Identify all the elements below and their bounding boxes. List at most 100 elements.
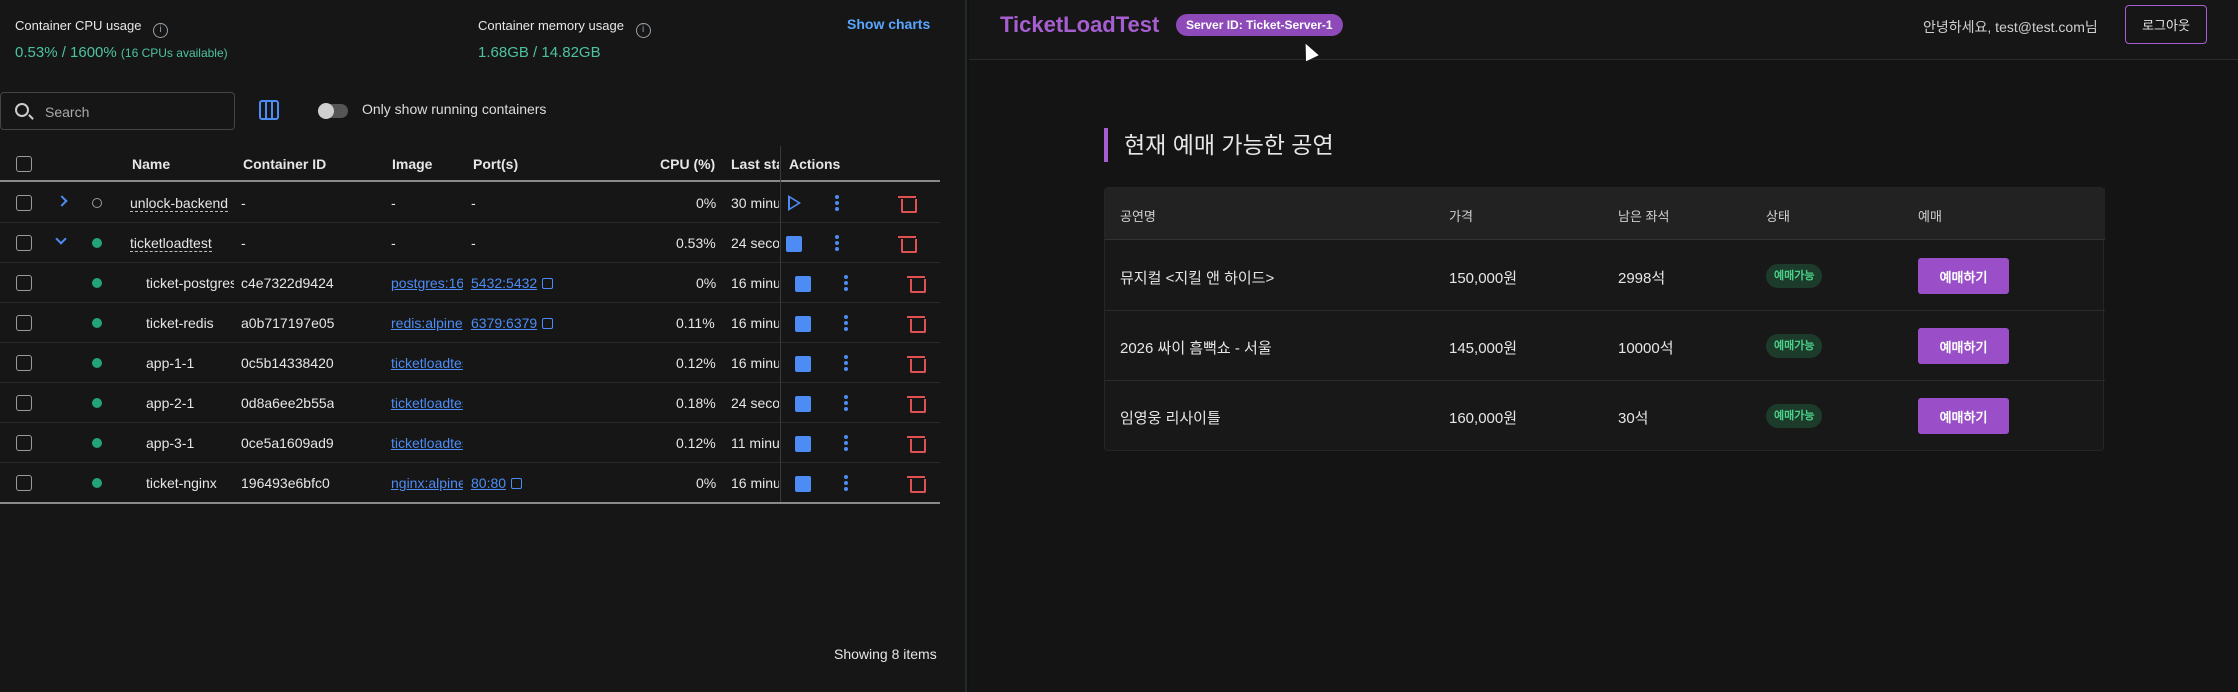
col-image[interactable]: Image [392,156,432,172]
logout-button[interactable]: 로그아웃 [2125,5,2207,44]
delete-icon[interactable] [907,275,926,293]
table-row[interactable]: unlock-backend - - - 0% 30 minutes ago [0,183,940,223]
select-all-checkbox[interactable] [16,156,32,172]
container-last-started: 16 minutes ago [731,315,779,331]
search-box[interactable] [0,92,235,130]
container-name[interactable]: ticketloadtest [130,235,212,252]
container-port: - [471,195,476,211]
container-port[interactable]: 5432:5432 [471,275,554,291]
col-container-id[interactable]: Container ID [243,156,326,172]
cpu-usage-label-text: Container CPU usage [15,18,142,33]
stop-icon[interactable] [795,396,811,412]
container-image-link[interactable]: postgres:16 [391,275,463,291]
port-link[interactable]: 6379:6379 [471,315,537,331]
col-cpu[interactable]: CPU (%) [660,156,715,172]
port-link[interactable]: 80:80 [471,475,506,491]
external-link-icon[interactable] [542,318,554,329]
container-image: - [391,235,396,251]
port-link[interactable]: 5432:5432 [471,275,537,291]
more-actions-icon[interactable] [844,315,848,331]
memory-usage-label: Container memory usage i [478,18,651,38]
info-icon[interactable]: i [153,23,169,38]
container-name[interactable]: unlock-backend [130,195,229,212]
container-image-link[interactable]: redis:alpine [391,315,463,331]
container-id: c4e7322d9424 [241,275,334,291]
play-icon[interactable] [788,195,801,211]
container-name[interactable]: ticket-nginx [146,475,217,491]
status-running-icon [92,318,102,328]
delete-icon[interactable] [898,195,917,213]
container-image-link[interactable]: ticketloadtest [391,355,463,371]
more-actions-icon[interactable] [835,195,839,211]
chevron-right-icon[interactable] [56,195,68,207]
table-row[interactable]: app-1-1 0c5b14338420 ticketloadtest 0.12… [0,343,940,383]
cpu-count-note: (16 CPUs available) [120,46,228,60]
delete-icon[interactable] [907,435,926,453]
row-checkbox[interactable] [16,235,32,251]
row-checkbox[interactable] [16,395,32,411]
row-checkbox[interactable] [16,435,32,451]
container-port[interactable]: 80:80 [471,475,523,491]
stop-icon[interactable] [795,316,811,332]
row-checkbox[interactable] [16,355,32,371]
stop-icon[interactable] [795,476,811,492]
status-badge: 예매가능 [1766,404,1823,428]
container-name[interactable]: ticket-redis [146,315,234,331]
container-last-started: 16 minutes ago [731,275,779,291]
book-button[interactable]: 예매하기 [1918,328,2009,364]
items-count: Showing 8 items [834,646,937,662]
more-actions-icon[interactable] [844,275,848,291]
container-name[interactable]: ticket-postgres [146,275,234,291]
container-image-link[interactable]: nginx:alpine [391,475,463,491]
delete-icon[interactable] [907,475,926,493]
external-link-icon[interactable] [542,278,554,289]
brand-logo[interactable]: TicketLoadTest [1000,12,1159,38]
more-actions-icon[interactable] [844,395,848,411]
table-row[interactable]: ticket-postgres c4e7322d9424 postgres:16… [0,263,940,303]
server-id-badge: Server ID: Ticket-Server-1 [1176,14,1343,36]
show-charts-link[interactable]: Show charts [847,16,930,32]
container-name[interactable]: app-2-1 [146,395,194,411]
delete-icon[interactable] [907,355,926,373]
row-checkbox[interactable] [16,475,32,491]
col-ports[interactable]: Port(s) [473,156,518,172]
actions-column-divider [780,146,781,502]
table-row[interactable]: app-2-1 0d8a6ee2b55a ticketloadtest 0.18… [0,383,940,423]
stop-icon[interactable] [795,436,811,452]
search-input[interactable] [45,102,225,122]
delete-icon[interactable] [907,315,926,333]
row-checkbox[interactable] [16,315,32,331]
external-link-icon[interactable] [511,478,523,489]
container-name[interactable]: app-1-1 [146,355,194,371]
container-port[interactable]: 6379:6379 [471,315,554,331]
table-row[interactable]: app-3-1 0ce5a1609ad9 ticketloadtest 0.12… [0,423,940,463]
columns-toggle-icon[interactable] [259,100,279,120]
running-only-toggle[interactable] [318,103,348,119]
table-row[interactable]: ticketloadtest - - - 0.53% 24 seconds ag… [0,223,940,263]
container-last-started: 24 seconds ago [731,235,779,251]
book-button[interactable]: 예매하기 [1918,258,2009,294]
container-image-link[interactable]: ticketloadtest [391,395,463,411]
more-actions-icon[interactable] [835,235,839,251]
col-name[interactable]: Name [132,156,170,172]
col-last-started[interactable]: Last started [731,156,779,172]
more-actions-icon[interactable] [844,435,848,451]
delete-icon[interactable] [907,395,926,413]
row-checkbox[interactable] [16,195,32,211]
book-button[interactable]: 예매하기 [1918,398,2009,434]
container-name[interactable]: app-3-1 [146,435,194,451]
status-running-icon [92,238,102,248]
table-row[interactable]: ticket-nginx 196493e6bfc0 nginx:alpine 8… [0,463,940,503]
container-image-link[interactable]: ticketloadtest [391,435,463,451]
row-checkbox[interactable] [16,275,32,291]
table-row[interactable]: ticket-redis a0b717197e05 redis:alpine 6… [0,303,940,343]
chevron-down-icon[interactable] [55,233,67,245]
stop-icon[interactable] [795,356,811,372]
stop-icon[interactable] [786,236,802,252]
more-actions-icon[interactable] [844,475,848,491]
info-icon[interactable]: i [635,23,651,38]
stop-icon[interactable] [795,276,811,292]
delete-icon[interactable] [898,235,917,253]
container-last-started: 16 minutes ago [731,475,779,491]
more-actions-icon[interactable] [844,355,848,371]
